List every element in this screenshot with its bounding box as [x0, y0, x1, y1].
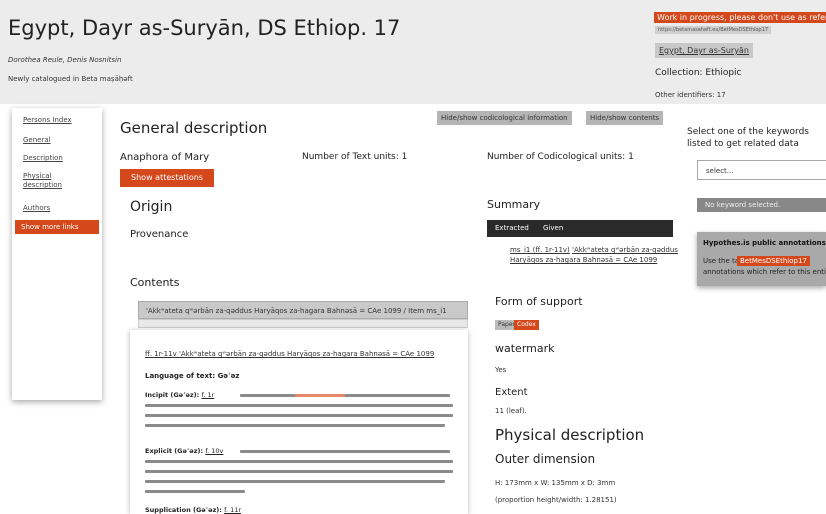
physical-description-heading: Physical description — [495, 426, 645, 444]
summary-entry: ms_i1 (ff. 1r-11v) 'Akkʷateta qʷərbān za… — [510, 245, 680, 265]
supplication-ref-link[interactable]: f. 11r — [224, 506, 241, 514]
hypothesis-title: Hypothes.is public annotations pages — [703, 239, 826, 247]
incipit-text-line — [240, 394, 450, 397]
incipit-ref-link[interactable]: f. 1r — [202, 391, 215, 399]
explicit-ref-link[interactable]: f. 10v — [205, 447, 223, 455]
page-title: Egypt, Dayr as-Suryān, DS Ethiop. 17 — [8, 16, 401, 40]
work-title: Anaphora of Mary — [120, 152, 210, 163]
keywords-prompt: Select one of the keywords listed to get… — [687, 127, 809, 149]
keyword-select[interactable]: select... — [697, 160, 826, 180]
no-keyword-status: No keyword selected. — [697, 198, 826, 212]
extent-heading: Extent — [495, 387, 528, 398]
summary-tabs: Extracted Given — [487, 220, 673, 237]
page-header: Egypt, Dayr as-Suryān, DS Ethiop. 17 Dor… — [0, 0, 826, 104]
work-in-progress-banner: Work in progress, please don't use as re… — [654, 12, 826, 23]
permalink-uri[interactable]: https://betamasaheft.eu/BetMesDSEthiop17 — [655, 26, 771, 34]
item-scrollbar[interactable] — [138, 319, 468, 328]
contents-panel: ff. 1r-11v 'Akkʷateta qʷərbān za-qəddus … — [130, 330, 468, 514]
show-attestations-button[interactable]: Show attestations — [120, 169, 214, 187]
explicit-text-line — [145, 460, 453, 463]
hypothesis-tag[interactable]: BetMesDSEthiop17 — [737, 256, 810, 266]
sidebar-item-physical-description[interactable]: Physical description — [23, 172, 73, 190]
sidebar-item-general[interactable]: General — [23, 136, 51, 145]
explicit-text-line — [240, 450, 450, 453]
sidebar-item-description[interactable]: Description — [23, 154, 63, 163]
codico-units-count: Number of Codicological units: 1 — [487, 152, 634, 162]
incipit-label: Incipit (Gəʿəz): f. 1r — [145, 391, 215, 399]
watermark-heading: watermark — [495, 342, 555, 355]
incipit-highlight — [295, 394, 345, 397]
outer-dimension-heading: Outer dimension — [495, 452, 596, 466]
incipit-text-line — [145, 414, 453, 417]
watermark-value: Yes — [495, 366, 507, 374]
sidebar-item-authors[interactable]: Authors — [23, 204, 50, 213]
hypothesis-box: Hypothes.is public annotations pages Use… — [697, 232, 826, 286]
repository-link[interactable]: Egypt, Dayr as-Suryān — [655, 43, 753, 58]
summary-heading: Summary — [487, 198, 541, 211]
summary-entry-ref-link[interactable]: ms_i1 (ff. 1r-11v) — [510, 246, 570, 254]
hypothesis-text-after: annotations which refer to this entity. — [703, 268, 826, 276]
supplication-label: Supplication (Gəʿəz): f. 11r — [145, 506, 242, 514]
incipit-text-line — [145, 424, 445, 427]
explicit-label: Explicit (Gəʿəz): f. 10v — [145, 447, 224, 455]
item-title-bar[interactable]: 'Akkʷateta qʷərbān za-qəddus Haryāqos za… — [138, 301, 468, 319]
collection-label: Collection: Ethiopic — [655, 68, 742, 78]
newly-catalogued-note: Newly catalogued in Beta maṣāḥǝft — [8, 75, 133, 83]
form-of-support-heading: Form of support — [495, 295, 583, 308]
provenance-heading: Provenance — [130, 229, 189, 240]
general-description-heading: General description — [120, 119, 268, 137]
item-ref-line: ff. 1r-11v 'Akkʷateta qʷərbān za-qəddus … — [145, 350, 434, 358]
tab-extracted[interactable]: Extracted — [495, 220, 529, 237]
other-identifiers: Other identifiers: 17 — [655, 91, 726, 99]
authors-line: Dorothea Reule, Denis Nosnitsin — [8, 56, 122, 64]
hide-contents-button[interactable]: Hide/show contents — [586, 111, 664, 125]
show-more-links-button[interactable]: Show more links — [15, 220, 99, 234]
language-label: Language of text: Gəʿəz — [145, 372, 240, 380]
dimensions-value: H: 173mm x W: 135mm x D: 3mm — [495, 479, 616, 487]
extent-value: 11 (leaf). — [495, 407, 527, 415]
explicit-text-line — [145, 480, 445, 483]
tab-given[interactable]: Given — [543, 220, 563, 237]
proportion-value: (proportion height/width: 1.28151) — [495, 496, 617, 504]
sidebar-item-persons-index[interactable]: Persons Index — [23, 116, 72, 125]
text-units-count: Number of Text units: 1 — [302, 152, 408, 162]
badge-codex: Codex — [514, 320, 539, 330]
incipit-text-line — [145, 404, 453, 407]
hide-codicological-button[interactable]: Hide/show codicological information — [437, 111, 572, 125]
explicit-text-line — [145, 470, 453, 473]
origin-heading: Origin — [130, 199, 173, 215]
item-ref-link[interactable]: ff. 1r-11v 'Akkʷateta qʷərbān za-qəddus … — [145, 350, 434, 358]
contents-heading: Contents — [130, 276, 180, 289]
sidebar-nav: Persons Index General Description Physic… — [12, 108, 102, 400]
explicit-text-line — [145, 490, 245, 493]
